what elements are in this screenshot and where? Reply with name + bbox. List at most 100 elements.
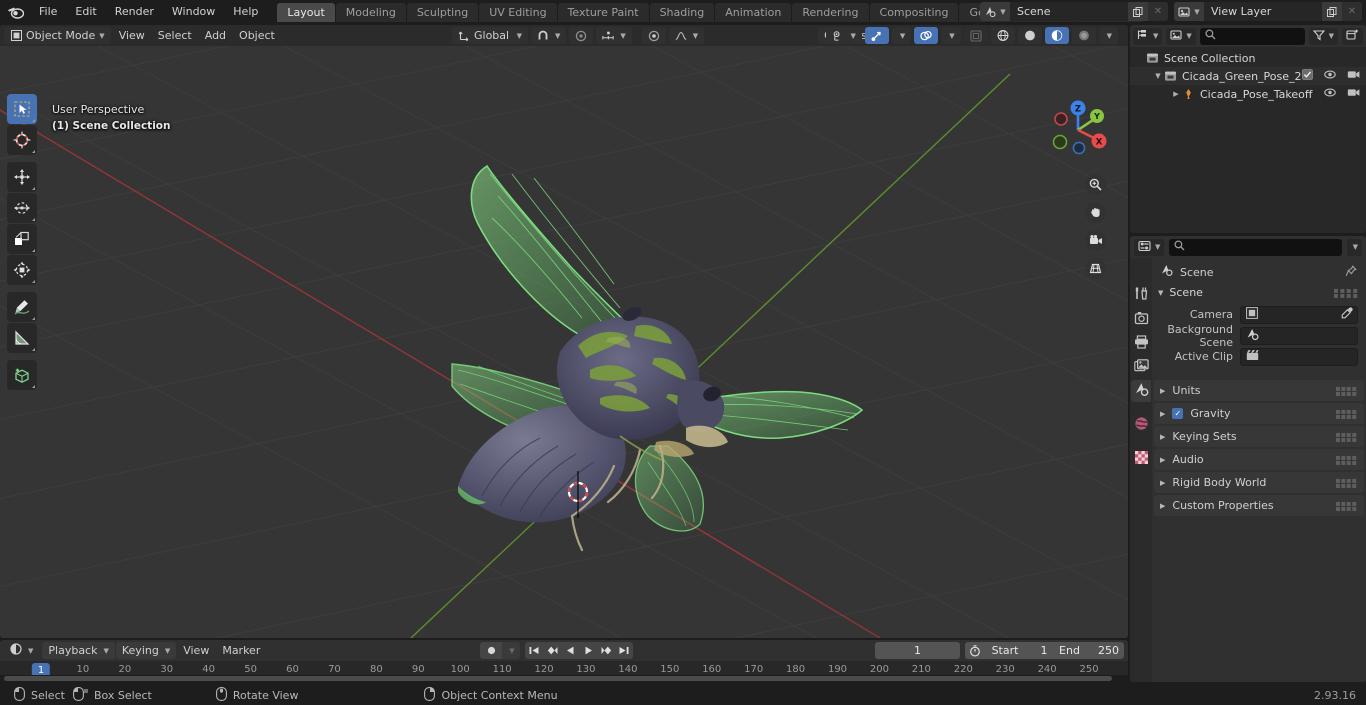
timeline-menu-marker[interactable]: Marker (216, 642, 266, 659)
jump-to-next-keyframe-icon[interactable] (597, 642, 615, 659)
proportional-editing-toggle[interactable] (569, 27, 594, 44)
hand-pan-icon[interactable] (1085, 202, 1106, 223)
workspace-tab-modeling[interactable]: Modeling (335, 2, 406, 22)
workspace-tab-shading[interactable]: Shading (649, 2, 715, 22)
scale-tool[interactable] (7, 224, 37, 254)
proportional-connected-toggle[interactable] (641, 27, 666, 44)
view-layer-icon[interactable]: ▼ (1174, 2, 1204, 21)
scene-cone-icon[interactable]: ▼ (980, 2, 1010, 21)
jump-to-end-icon[interactable] (615, 642, 633, 659)
panel-checkbox[interactable]: ✓ (1172, 408, 1184, 419)
play-reverse-icon[interactable] (561, 642, 579, 659)
blender-logo[interactable] (0, 0, 30, 24)
scene-tab[interactable] (1131, 380, 1151, 402)
eyedropper-icon[interactable] (1341, 307, 1353, 322)
workspace-tab-uv-editing[interactable]: UV Editing (479, 2, 557, 22)
timeline-scrollbar[interactable] (0, 675, 1128, 682)
record-keyframes-icon[interactable] (480, 642, 502, 659)
properties-options-dropdown[interactable]: ▼ (1346, 238, 1362, 256)
menu-file[interactable]: File (30, 2, 66, 22)
shading-solid-button[interactable] (1017, 27, 1042, 44)
outliner-filter-id-selector[interactable]: ▼ (1166, 27, 1196, 45)
record-dropdown[interactable]: ▼ (502, 642, 520, 659)
rotate-tool[interactable] (7, 193, 37, 223)
overlays-toggle[interactable] (914, 27, 939, 44)
jump-to-start-icon[interactable] (525, 642, 543, 659)
viewport-canvas[interactable]: User Perspective (1) Scene Collection Z (0, 46, 1128, 638)
view-layer-name-field[interactable]: View Layer (1204, 2, 1322, 21)
shading-wireframe-button[interactable] (990, 27, 1015, 44)
navigation-gizmo[interactable]: Z Y X (1040, 92, 1116, 168)
move-tool[interactable] (7, 162, 37, 192)
exclude-checkbox[interactable] (1302, 69, 1313, 83)
outliner-search-input[interactable] (1199, 27, 1305, 45)
viewport-menu-view[interactable]: View (113, 27, 151, 44)
remove-view-layer-button[interactable]: ✕ (1342, 2, 1362, 21)
measure-tool[interactable] (7, 323, 37, 353)
field-input[interactable] (1240, 326, 1358, 345)
xray-toggle[interactable] (963, 27, 988, 44)
play-icon[interactable] (579, 642, 597, 659)
panel-keying-sets[interactable]: ▶ Keying Sets ▪▪▪▪ ▪▪▪▪ (1154, 426, 1364, 447)
frame-start-value[interactable]: 1 (1040, 644, 1047, 657)
frame-end-value[interactable]: 250 (1098, 644, 1119, 657)
menu-help[interactable]: Help (224, 2, 267, 22)
viewport-menu-object[interactable]: Object (233, 27, 281, 44)
properties-editor-type-selector[interactable]: ▼ (1134, 238, 1165, 256)
properties-search-input[interactable] (1169, 238, 1342, 256)
outliner-filter-button[interactable]: ▼ (1308, 27, 1338, 45)
workspace-tab-layout[interactable]: Layout (277, 2, 335, 22)
view-layer-tab[interactable] (1131, 356, 1151, 378)
chevron-right-icon[interactable]: ▶ (1170, 90, 1182, 98)
gizmo-dropdown[interactable]: ▼ (891, 27, 912, 44)
scene-name-field[interactable]: Scene (1010, 2, 1128, 21)
outliner-row[interactable]: Scene Collection (1130, 49, 1366, 67)
falloff-type-selector[interactable]: ▼ (668, 27, 705, 44)
timeline-menu-view[interactable]: View (177, 642, 215, 659)
tweak-tool[interactable] (7, 94, 37, 124)
viewport-3d[interactable]: User Perspective (1) Scene Collection Z (0, 25, 1128, 638)
add-cube-tool[interactable] (7, 360, 37, 390)
chevron-down-icon[interactable]: ▼ (1152, 72, 1164, 80)
outliner-display-mode-selector[interactable]: ▼ (1133, 27, 1163, 45)
snap-toggle[interactable]: ▼ (531, 27, 567, 44)
timeline-scroll-thumb[interactable] (4, 676, 1112, 681)
shading-material-button[interactable] (1044, 27, 1069, 44)
tool-tab[interactable] (1131, 284, 1151, 306)
panel-units[interactable]: ▶ Units ▪▪▪▪ ▪▪▪▪ (1154, 380, 1364, 401)
new-view-layer-button[interactable] (1322, 2, 1342, 21)
workspace-tab-compositing[interactable]: Compositing (869, 2, 959, 22)
panel-gravity[interactable]: ▶ ✓ Gravity ▪▪▪▪ ▪▪▪▪ (1154, 403, 1364, 424)
render-tab[interactable] (1131, 308, 1151, 330)
view-layer-selector[interactable]: ▼ View Layer ✕ (1174, 2, 1362, 21)
pin-icon[interactable] (1345, 264, 1357, 280)
texture-tab[interactable] (1131, 448, 1151, 470)
timeline-editor-type-selector[interactable]: ▼ (4, 642, 40, 659)
shading-rendered-button[interactable] (1071, 27, 1096, 44)
transform-orientation-selector[interactable]: Global ▼ (452, 27, 528, 44)
workspace-tab-animation[interactable]: Animation (715, 2, 792, 22)
scene-panel-header[interactable]: ▼ Scene ▪▪▪▪ ▪▪▪▪ (1152, 282, 1366, 303)
ortho-persp-toggle-icon[interactable] (1085, 258, 1106, 279)
transform-tool[interactable] (7, 255, 37, 285)
scene-selector[interactable]: ▼ Scene ✕ (980, 2, 1168, 21)
outliner-editor[interactable]: ▼ ▼ ▼ Scene Collection ▼ Cicada_Green_Po… (1130, 25, 1366, 233)
hide-in-viewport-icon[interactable] (1324, 87, 1336, 101)
panel-rigid-body-world[interactable]: ▶ Rigid Body World ▪▪▪▪ ▪▪▪▪ (1154, 472, 1364, 493)
workspace-tab-texture-paint[interactable]: Texture Paint (557, 2, 649, 22)
panel-audio[interactable]: ▶ Audio ▪▪▪▪ ▪▪▪▪ (1154, 449, 1364, 470)
annotate-tool[interactable] (7, 292, 37, 322)
menu-render[interactable]: Render (106, 2, 163, 22)
new-scene-button[interactable] (1128, 2, 1148, 21)
timeline-menu-keying[interactable]: Keying ▼ (115, 642, 177, 659)
zoom-icon[interactable] (1085, 174, 1106, 195)
outliner-row[interactable]: ▼ Cicada_Green_Pose_2 (1130, 67, 1366, 85)
timeline-menu-playback[interactable]: Playback ▼ (42, 642, 115, 659)
menu-edit[interactable]: Edit (66, 2, 105, 22)
properties-editor[interactable]: ▼ ▼ Scene ▼ Scene ▪▪▪▪ ▪▪▪▪ Camera Backg… (1130, 236, 1366, 682)
record-keyframes-group[interactable]: ▼ (480, 642, 520, 659)
outliner-row[interactable]: ▶ Cicada_Pose_Takeoff (1130, 85, 1366, 103)
proportional-size-control[interactable]: ▼ (596, 27, 632, 44)
remove-scene-button[interactable]: ✕ (1148, 2, 1168, 21)
object-visibility-dropdown[interactable]: ▼ (826, 27, 862, 44)
